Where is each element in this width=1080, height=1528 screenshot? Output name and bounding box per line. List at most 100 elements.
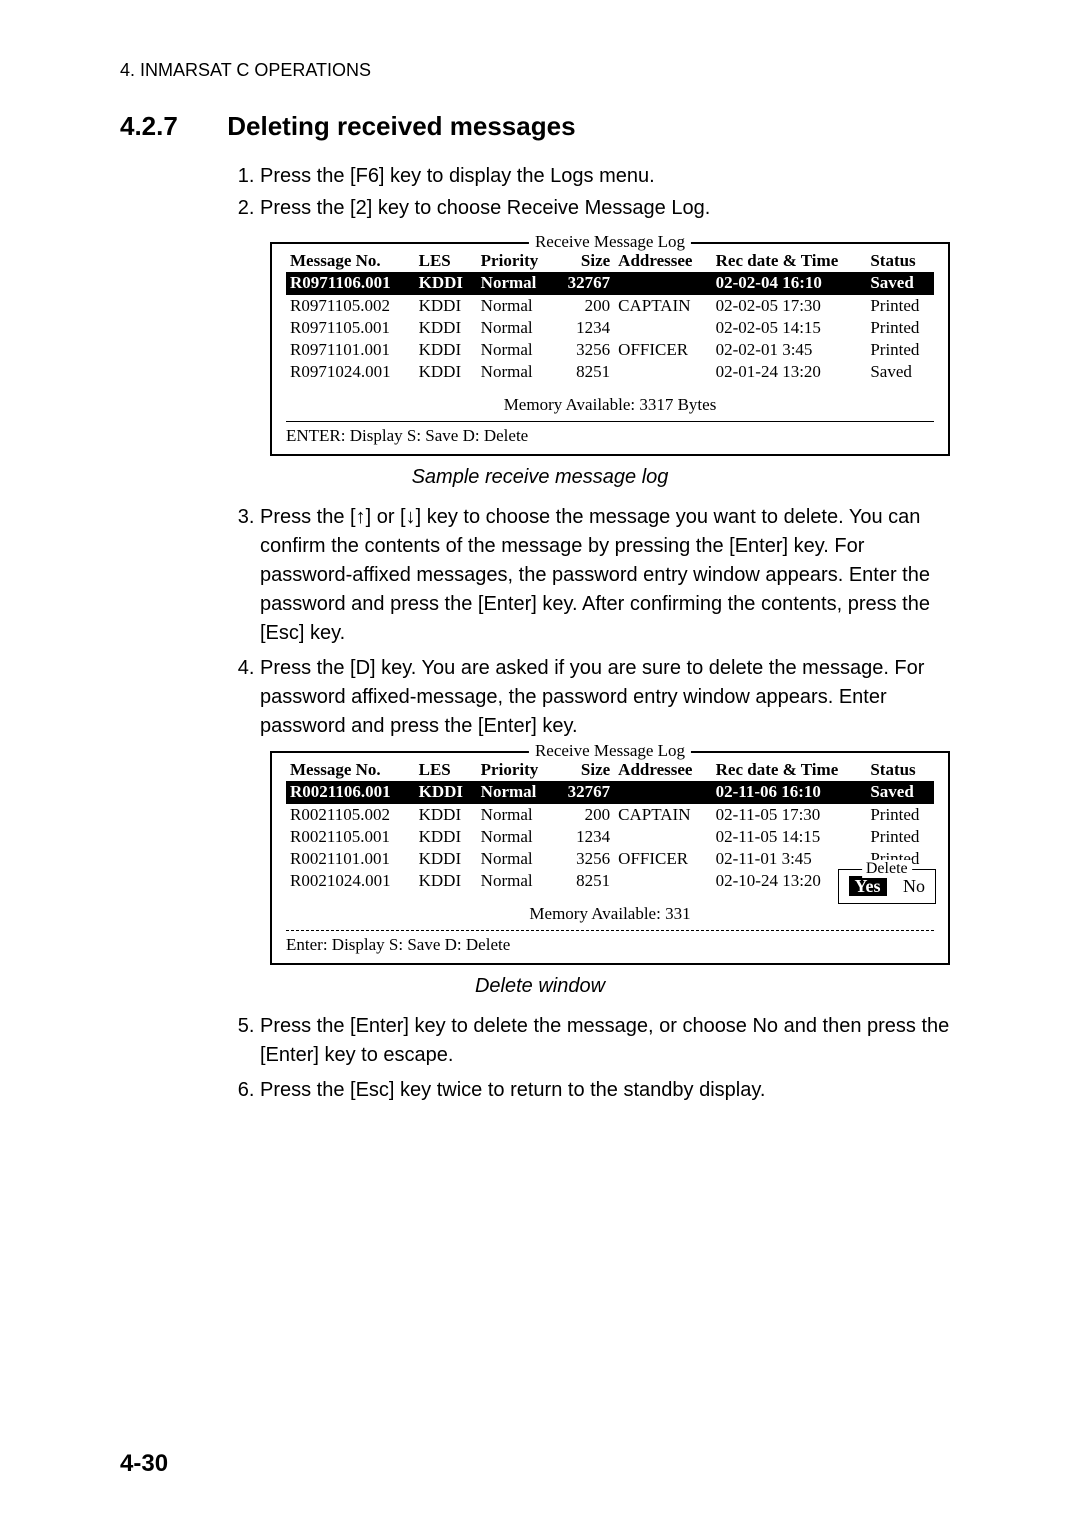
table-cell: Normal xyxy=(477,295,555,318)
table-cell xyxy=(614,781,711,804)
table-cell: Printed xyxy=(866,804,934,827)
table-cell: Printed xyxy=(866,295,934,318)
table-cell: 02-11-05 17:30 xyxy=(712,804,867,827)
table-header: Priority xyxy=(477,759,555,781)
table-cell: R0971105.002 xyxy=(286,295,415,318)
table-cell: 3256 xyxy=(554,339,614,361)
panel-title: Receive Message Log xyxy=(529,741,691,761)
instruction-step: Press the [F6] key to display the Logs m… xyxy=(260,162,960,190)
table-cell: Printed xyxy=(866,317,934,339)
table-cell: 1234 xyxy=(554,317,614,339)
table-cell: KDDI xyxy=(415,781,477,804)
table-header: Size xyxy=(554,759,614,781)
table-cell: R0971101.001 xyxy=(286,339,415,361)
table-cell: 02-02-05 14:15 xyxy=(712,317,867,339)
table-row[interactable]: R0021101.001KDDINormal3256OFFICER02-11-0… xyxy=(286,848,934,870)
table-cell: R0021106.001 xyxy=(286,781,415,804)
table-cell: Printed xyxy=(866,826,934,848)
section-number: 4.2.7 xyxy=(120,111,220,142)
table-cell: CAPTAIN xyxy=(614,804,711,827)
table-row[interactable]: R0021105.002KDDINormal200CAPTAIN02-11-05… xyxy=(286,804,934,827)
table-header: Status xyxy=(866,759,934,781)
delete-no-button[interactable]: No xyxy=(903,876,925,896)
table-cell: KDDI xyxy=(415,804,477,827)
instruction-list-top: Press the [F6] key to display the Logs m… xyxy=(120,162,960,222)
table-cell: R0971106.001 xyxy=(286,272,415,295)
table-header: Rec date & Time xyxy=(712,250,867,272)
table-row[interactable]: R0971105.002KDDINormal200CAPTAIN02-02-05… xyxy=(286,295,934,318)
table-header: LES xyxy=(415,250,477,272)
instruction-list-bottom: Press the [Enter] key to delete the mess… xyxy=(120,1012,960,1105)
delete-yes-button[interactable]: Yes xyxy=(849,876,887,896)
table-cell: OFFICER xyxy=(614,848,711,870)
page-header: 4. INMARSAT C OPERATIONS xyxy=(120,60,960,81)
table-cell: R0021105.002 xyxy=(286,804,415,827)
table-cell: Printed xyxy=(866,339,934,361)
table-row[interactable]: R0021105.001KDDINormal123402-11-05 14:15… xyxy=(286,826,934,848)
table-cell: Normal xyxy=(477,339,555,361)
table-cell: KDDI xyxy=(415,826,477,848)
table-cell: OFFICER xyxy=(614,339,711,361)
table-cell xyxy=(614,272,711,295)
table-row[interactable]: R0021106.001KDDINormal32767 02-11-06 16:1… xyxy=(286,781,934,804)
table-row[interactable]: R0971106.001KDDINormal32767 02-02-04 16:1… xyxy=(286,272,934,295)
instruction-list-middle: Press the [↑] or [↓] key to choose the m… xyxy=(120,503,960,741)
table-row[interactable]: R0971101.001KDDINormal3256OFFICER02-02-0… xyxy=(286,339,934,361)
table-header: Size xyxy=(554,250,614,272)
table-cell xyxy=(614,361,711,383)
table-row[interactable]: R0971024.001KDDINormal825102-01-24 13:20… xyxy=(286,361,934,383)
table-cell: Normal xyxy=(477,848,555,870)
receive-log-panel-1: Receive Message Log Message No.LESPriori… xyxy=(270,242,950,456)
table-cell: R0971105.001 xyxy=(286,317,415,339)
table-cell: KDDI xyxy=(415,870,477,892)
instruction-step: Press the [2] key to choose Receive Mess… xyxy=(260,194,960,222)
table-cell: KDDI xyxy=(415,317,477,339)
table-cell: 02-11-05 14:15 xyxy=(712,826,867,848)
table-cell xyxy=(614,826,711,848)
table-cell: CAPTAIN xyxy=(614,295,711,318)
table-cell: R0021024.001 xyxy=(286,870,415,892)
table-cell: 1234 xyxy=(554,826,614,848)
table-cell: Saved xyxy=(866,781,934,804)
table-cell: KDDI xyxy=(415,295,477,318)
table-row[interactable]: R0971105.001KDDINormal1234 02-02-05 14:15… xyxy=(286,317,934,339)
table-cell: Normal xyxy=(477,781,555,804)
table-cell: 02-02-05 17:30 xyxy=(712,295,867,318)
page-number: 4-30 xyxy=(120,1450,168,1478)
table-cell: Saved xyxy=(866,361,934,383)
table-header: Rec date & Time xyxy=(712,759,867,781)
table-cell: Normal xyxy=(477,804,555,827)
table-cell: R0971024.001 xyxy=(286,361,415,383)
table-cell: KDDI xyxy=(415,361,477,383)
table-cell: 32767 xyxy=(554,272,614,295)
table-cell: 200 xyxy=(554,804,614,827)
panel-footer: Enter: Display S: Save D: Delete xyxy=(286,930,934,955)
table-cell: 8251 xyxy=(554,361,614,383)
table-cell xyxy=(614,317,711,339)
table-cell: Normal xyxy=(477,272,555,295)
receive-log-panel-2: Receive Message Log Message No.LESPriori… xyxy=(270,751,950,965)
delete-dialog: Delete Yes No xyxy=(838,869,937,904)
table-cell: Saved xyxy=(866,272,934,295)
table-header: Message No. xyxy=(286,250,415,272)
table-cell: Normal xyxy=(477,361,555,383)
table-cell xyxy=(614,870,711,892)
table-cell: 02-02-04 16:10 xyxy=(712,272,867,295)
table-cell: 02-02-01 3:45 xyxy=(712,339,867,361)
table-cell: KDDI xyxy=(415,339,477,361)
instruction-step: Press the [Esc] key twice to return to t… xyxy=(260,1076,960,1105)
panel-footer: ENTER: Display S: Save D: Delete xyxy=(286,421,934,446)
table-cell: 200 xyxy=(554,295,614,318)
table-cell: KDDI xyxy=(415,272,477,295)
instruction-step: Press the [D] key. You are asked if you … xyxy=(260,654,960,741)
table-header: Status xyxy=(866,250,934,272)
table-cell: Normal xyxy=(477,870,555,892)
table-cell: 8251 xyxy=(554,870,614,892)
section-title-text: Deleting received messages xyxy=(227,111,575,141)
table-cell: 32767 xyxy=(554,781,614,804)
table-cell: KDDI xyxy=(415,848,477,870)
table-cell: 02-11-01 3:45 xyxy=(712,848,867,870)
table-cell: Normal xyxy=(477,317,555,339)
receive-log-table-1: Message No.LESPrioritySizeAddresseeRec d… xyxy=(286,250,934,383)
table-cell: 02-11-06 16:10 xyxy=(712,781,867,804)
